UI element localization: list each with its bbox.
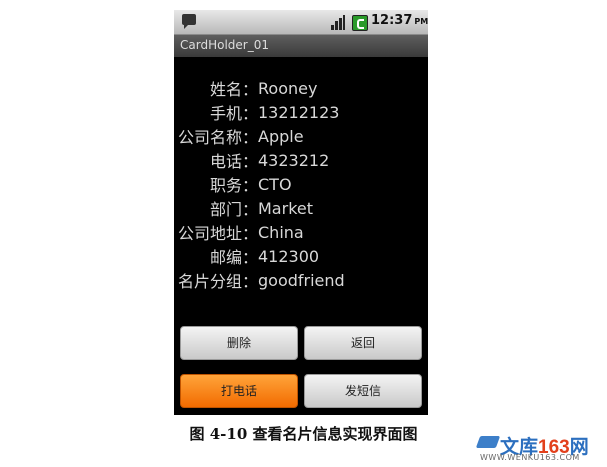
status-clock: 12:37 PM (371, 13, 428, 28)
info-label: 手机： (209, 104, 258, 123)
info-label: 邮编： (209, 248, 258, 267)
info-label: 职务： (209, 176, 258, 195)
watermark-url: WWW.WENKU163.COM (480, 453, 580, 462)
info-row-phone: 电话： 4323212 (174, 148, 428, 172)
info-value: China (258, 222, 304, 242)
graduation-cap-icon (475, 436, 501, 448)
site-watermark: 文库163网 WWW.WENKU163.COM (475, 432, 604, 464)
info-row-department: 部门： Market (174, 196, 428, 220)
send-sms-button[interactable]: 发短信 (304, 374, 422, 408)
battery-icon (352, 15, 368, 31)
info-value: Rooney (258, 78, 318, 98)
info-label: 电话： (209, 152, 258, 171)
status-bar: 12:37 PM (174, 10, 428, 35)
info-value: Apple (258, 126, 304, 146)
info-label: 姓名： (209, 80, 258, 99)
signal-icon (331, 15, 345, 30)
info-value: CTO (258, 174, 292, 194)
info-label: 公司地址： (177, 224, 258, 243)
phone-screen: 12:37 PM CardHolder_01 姓名： Rooney 手机： 132… (174, 10, 428, 415)
info-row-group: 名片分组： goodfriend (174, 268, 428, 292)
card-info-list: 姓名： Rooney 手机： 13212123 公司名称： Apple 电话： … (174, 76, 428, 292)
info-row-mobile: 手机： 13212123 (174, 100, 428, 124)
delete-button[interactable]: 删除 (180, 326, 298, 360)
info-value: Market (258, 198, 313, 218)
info-label: 部门： (209, 200, 258, 219)
info-label: 公司名称： (177, 128, 258, 147)
info-value: 4323212 (258, 150, 330, 170)
info-value: 412300 (258, 246, 320, 266)
sms-notification-icon (182, 14, 196, 29)
back-button[interactable]: 返回 (304, 326, 422, 360)
call-button[interactable]: 打电话 (180, 374, 298, 408)
info-value: goodfriend (258, 270, 345, 290)
app-title-bar: CardHolder_01 (174, 35, 428, 57)
app-title: CardHolder_01 (180, 38, 269, 52)
info-row-company: 公司名称： Apple (174, 124, 428, 148)
info-label: 名片分组： (177, 272, 258, 291)
info-row-address: 公司地址： China (174, 220, 428, 244)
info-value: 13212123 (258, 102, 340, 122)
info-row-zipcode: 邮编： 412300 (174, 244, 428, 268)
info-row-position: 职务： CTO (174, 172, 428, 196)
info-row-name: 姓名： Rooney (174, 76, 428, 100)
